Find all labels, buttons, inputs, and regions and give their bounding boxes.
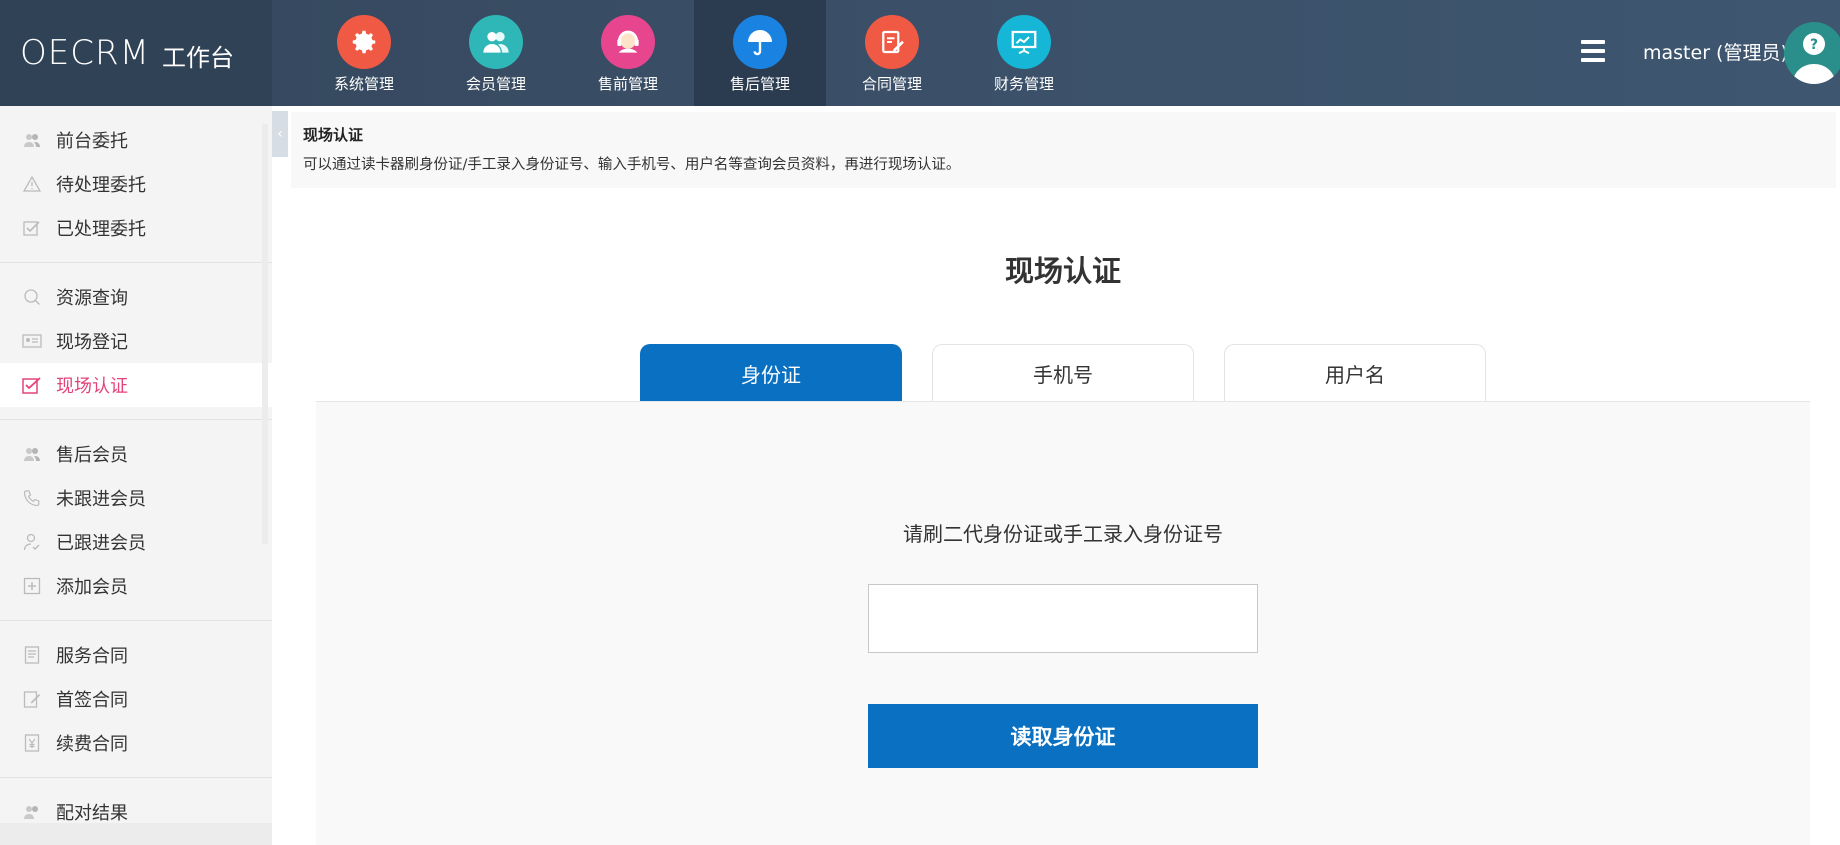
checkbox-icon	[22, 375, 42, 395]
sidebar-item-add-member[interactable]: 添加会员	[0, 564, 272, 608]
app-subtitle: 工作台	[161, 43, 234, 72]
app-logo[interactable]: OECRM 工作台	[0, 0, 272, 106]
edit-icon	[22, 689, 42, 709]
checkbox-icon	[22, 218, 42, 238]
search-tabs: 身份证 手机号 用户名	[640, 344, 1516, 402]
sidebar-item-label: 现场认证	[56, 376, 128, 397]
sidebar-item-pending[interactable]: 待处理委托	[0, 162, 272, 206]
input-prompt: 请刷二代身份证或手工录入身份证号	[903, 522, 1223, 546]
nav-aftersales[interactable]: 售后管理	[694, 0, 826, 106]
sidebar-item-onsite-verify[interactable]: 现场认证	[0, 363, 272, 407]
sidebar-footer	[0, 823, 272, 845]
search-panel: 请刷二代身份证或手工录入身份证号 读取身份证	[316, 401, 1810, 845]
nav-label: 会员管理	[465, 75, 526, 93]
headset-icon	[601, 15, 655, 69]
nav-label: 售前管理	[597, 75, 658, 93]
sidebar-item-renewal-contract[interactable]: 续费合同	[0, 721, 272, 765]
id-number-input[interactable]	[868, 584, 1258, 653]
sidebar-group: 前台委托 待处理委托 已处理委托	[0, 106, 272, 263]
tab-username[interactable]: 用户名	[1224, 344, 1486, 402]
sidebar-item-first-contract[interactable]: 首签合同	[0, 677, 272, 721]
phone-icon	[22, 488, 42, 508]
sidebar-item-label: 续费合同	[56, 734, 128, 755]
nav-label: 合同管理	[861, 75, 922, 93]
page-title: 现场认证	[1004, 254, 1121, 288]
sidebar: 前台委托 待处理委托 已处理委托 资源查询 现场登记 现场认证 售后会员 未跟进…	[0, 106, 272, 845]
sidebar-item-unfollowed[interactable]: 未跟进会员	[0, 476, 272, 520]
warning-icon	[22, 174, 42, 194]
info-description: 可以通过读卡器刷身份证/手工录入身份证号、输入手机号、用户名等查询会员资料，再进…	[303, 157, 961, 173]
yen-doc-icon	[22, 733, 42, 753]
chevron-left-icon: ‹	[277, 126, 283, 142]
sidebar-item-label: 已跟进会员	[56, 533, 146, 554]
svg-text:?: ?	[1810, 37, 1818, 53]
plus-box-icon	[22, 576, 42, 596]
sidebar-item-label: 配对结果	[56, 803, 128, 824]
contract-icon	[865, 15, 919, 69]
nav-label: 系统管理	[333, 75, 394, 93]
sidebar-item-label: 首签合同	[56, 690, 128, 711]
nav-presales[interactable]: 售前管理	[562, 0, 694, 106]
main-nav: 系统管理 会员管理 售前管理 售后管理 合同管理 财务管理	[298, 0, 1090, 106]
sidebar-item-label: 现场登记	[56, 332, 128, 353]
users-icon	[22, 130, 42, 150]
nav-contracts[interactable]: 合同管理	[826, 0, 958, 106]
nav-label: 财务管理	[993, 75, 1054, 93]
nav-system[interactable]: 系统管理	[298, 0, 430, 106]
sidebar-item-processed[interactable]: 已处理委托	[0, 206, 272, 250]
nav-members[interactable]: 会员管理	[430, 0, 562, 106]
tab-phone[interactable]: 手机号	[932, 344, 1194, 402]
sidebar-item-aftersales-members[interactable]: 售后会员	[0, 432, 272, 476]
sidebar-item-onsite-register[interactable]: 现场登记	[0, 319, 272, 363]
sidebar-item-label: 添加会员	[56, 577, 128, 598]
id-card-icon	[22, 331, 42, 351]
app-brand: OECRM	[20, 33, 150, 73]
user-name[interactable]: master (管理员)	[1643, 38, 1788, 65]
gear-icon	[337, 15, 391, 69]
menu-toggle-button[interactable]	[1581, 40, 1605, 62]
umbrella-icon	[733, 15, 787, 69]
nav-finance[interactable]: 财务管理	[958, 0, 1090, 106]
sidebar-scrollbar[interactable]	[262, 124, 268, 544]
sidebar-item-label: 已处理委托	[56, 219, 146, 240]
sidebar-collapse-button[interactable]: ‹	[272, 111, 288, 157]
user-check-icon	[22, 532, 42, 552]
sidebar-item-followed[interactable]: 已跟进会员	[0, 520, 272, 564]
read-id-card-button[interactable]: 读取身份证	[868, 704, 1258, 768]
sidebar-item-label: 前台委托	[56, 131, 128, 152]
info-title: 现场认证	[303, 126, 364, 144]
sidebar-group: 售后会员 未跟进会员 已跟进会员 添加会员	[0, 420, 272, 621]
users-icon	[22, 444, 42, 464]
users-icon	[22, 802, 42, 822]
nav-label: 售后管理	[729, 75, 790, 93]
user-avatar[interactable]: ?	[1784, 22, 1840, 84]
search-icon	[22, 287, 42, 307]
sidebar-item-service-contract[interactable]: 服务合同	[0, 633, 272, 677]
top-bar: OECRM 工作台 系统管理 会员管理 售前管理 售后管理 合同管理 财务管理 …	[0, 0, 1840, 106]
sidebar-item-label: 未跟进会员	[56, 489, 146, 510]
users-icon	[469, 15, 523, 69]
sidebar-item-front-desk[interactable]: 前台委托	[0, 118, 272, 162]
sidebar-group: 服务合同 首签合同 续费合同	[0, 621, 272, 778]
document-icon	[22, 645, 42, 665]
sidebar-item-label: 售后会员	[56, 445, 128, 466]
presentation-icon	[997, 15, 1051, 69]
sidebar-item-label: 待处理委托	[56, 175, 146, 196]
page-info-box: 现场认证 可以通过读卡器刷身份证/手工录入身份证号、输入手机号、用户名等查询会员…	[291, 112, 1836, 188]
sidebar-item-label: 服务合同	[56, 646, 128, 667]
tab-id-card[interactable]: 身份证	[640, 344, 902, 402]
